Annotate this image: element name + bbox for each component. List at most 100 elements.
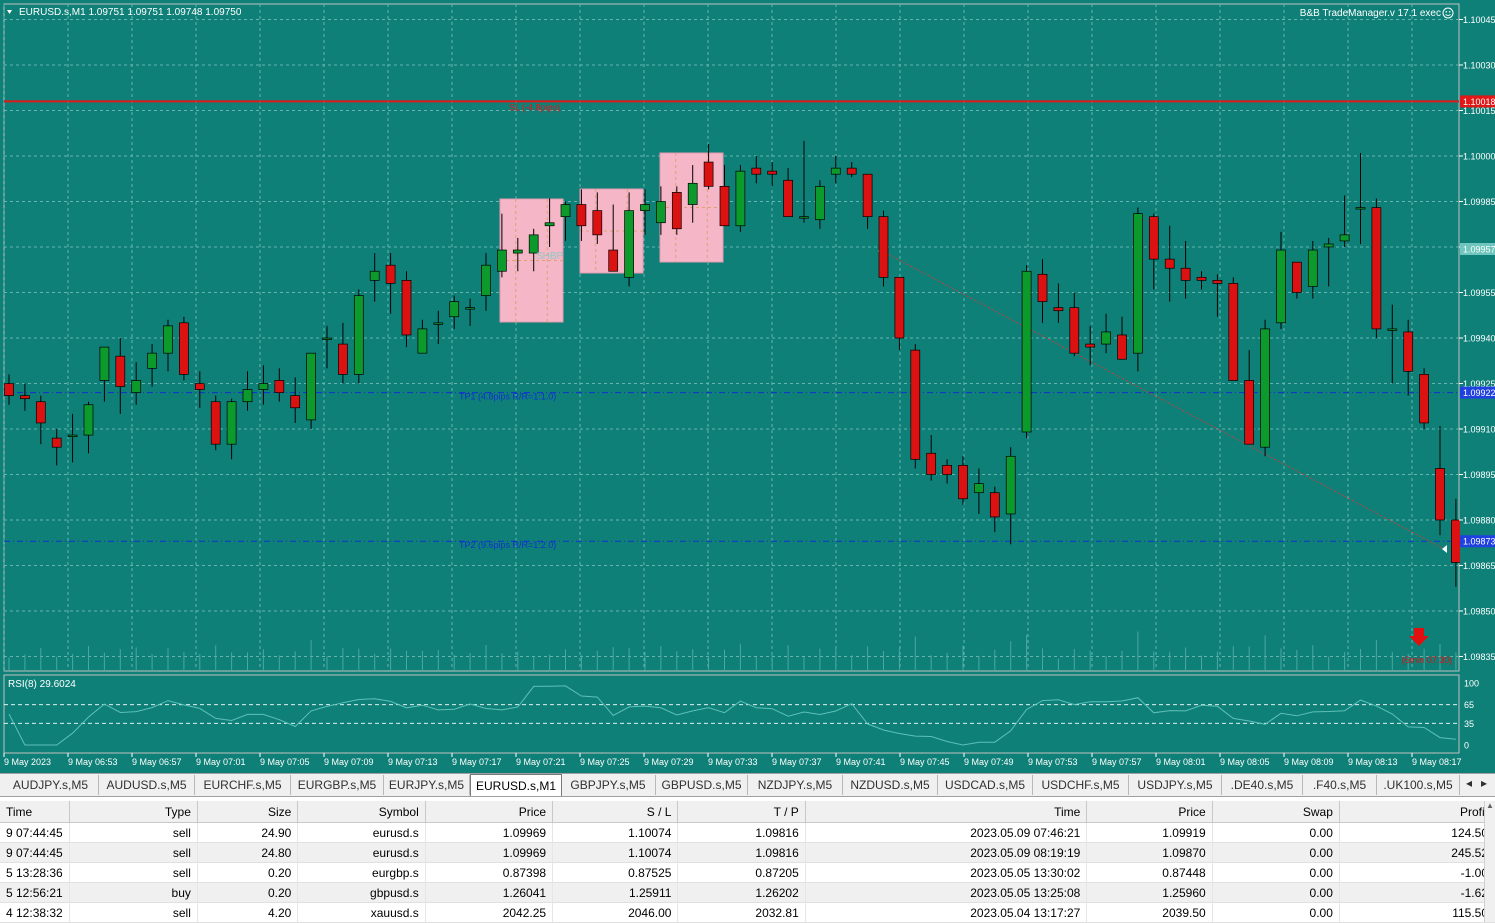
- column-header[interactable]: Swap: [1212, 801, 1340, 823]
- candle-body: [624, 210, 634, 278]
- table-row[interactable]: 5 12:56:21 buy 0.20 gbpusd.s 1.26041 1.25911 1…: [0, 882, 1495, 903]
- column-header[interactable]: Price: [425, 801, 554, 823]
- tab-scroll-left-icon[interactable]: ◂: [1466, 776, 1472, 790]
- tab-f40-s-m5[interactable]: .F40.s,M5: [1303, 775, 1377, 795]
- candle-body: [703, 161, 714, 187]
- table-row[interactable]: 5 13:28:36 sell 0.20 eurgbp.s 0.87398 0.87525…: [0, 862, 1495, 883]
- tab-usdjpy-s-m5[interactable]: USDJPY.s,M5: [1129, 775, 1222, 795]
- table-cell: 5 12:56:21: [0, 882, 70, 903]
- candle-body: [910, 349, 921, 460]
- tp1-price-tag: 1.09922: [1463, 388, 1495, 398]
- table-cell: 0.00: [1212, 902, 1340, 923]
- time-label: 9 May 08:05: [1220, 757, 1270, 767]
- table-cell: eurgbp.s: [297, 862, 426, 883]
- candle-body: [417, 328, 428, 354]
- time-label: 9 May 07:05: [260, 757, 310, 767]
- candle-body: [671, 192, 682, 230]
- column-header[interactable]: Profit: [1339, 801, 1495, 823]
- candle-body: [1228, 283, 1239, 381]
- tab-de40-s-m5[interactable]: .DE40.s,M5: [1222, 775, 1303, 795]
- column-header[interactable]: S / L: [552, 801, 679, 823]
- tab-gbpjpy-s-m5[interactable]: GBPJPY.s,M5: [561, 775, 656, 795]
- time-label: 9 May 07:49: [964, 757, 1014, 767]
- table-cell: sell: [69, 822, 198, 843]
- candle-body: [242, 389, 253, 403]
- candle-body: [942, 465, 952, 475]
- chart-window[interactable]: SL (-4.8pips) TP1 (4.8pips R/R=1:1.0) TP2 …: [0, 0, 1495, 773]
- candle-body: [401, 280, 412, 336]
- tab-gbpusd-s-m5[interactable]: GBPUSD.s,M5: [656, 775, 748, 795]
- candle-body: [353, 295, 364, 375]
- candle-body: [433, 322, 444, 325]
- table-cell: 1.09816: [677, 842, 806, 863]
- column-header[interactable]: Price: [1086, 801, 1213, 823]
- candle-body: [369, 270, 380, 281]
- price-label: 1.10045: [1463, 15, 1495, 25]
- table-cell: 9 07:44:45: [0, 822, 70, 843]
- candle-body: [194, 383, 205, 390]
- tab-nzdjpy-s-m5[interactable]: NZDJPY.s,M5: [748, 775, 843, 795]
- candle-body: [1021, 270, 1032, 433]
- stop-loss-label: SL (-4.8pips): [509, 102, 560, 112]
- candle-body: [989, 492, 1000, 518]
- tab-eurgbp-s-m5[interactable]: EURGBP.s,M5: [291, 775, 384, 795]
- table-cell: 4 12:38:32: [0, 902, 70, 923]
- tab-audjpy-s-m5[interactable]: AUDJPY.s,M5: [3, 775, 99, 795]
- column-header[interactable]: Symbol: [297, 801, 426, 823]
- price-label: 1.09940: [1463, 334, 1495, 344]
- table-cell: 24.80: [197, 842, 299, 863]
- candle-body: [560, 204, 571, 218]
- tab-eurchf-s-m5[interactable]: EURCHF.s,M5: [195, 775, 291, 795]
- candle-body: [815, 185, 825, 221]
- column-header[interactable]: Time: [0, 801, 70, 823]
- tab-eurusd-s-m1[interactable]: EURUSD.s,M1: [470, 774, 562, 796]
- table-cell: 0.87525: [552, 862, 679, 883]
- candle-body: [1244, 380, 1255, 445]
- table-cell: sell: [69, 862, 198, 883]
- table-scrollbar[interactable]: ▲: [1484, 801, 1495, 922]
- zone-label: SHBP: [536, 251, 564, 262]
- candle-body: [322, 337, 332, 340]
- tab-audusd-s-m5[interactable]: AUDUSD.s,M5: [99, 775, 195, 795]
- price-label: 1.10015: [1463, 106, 1495, 116]
- candle-body: [1323, 243, 1334, 248]
- candle-body: [449, 301, 460, 318]
- scroll-up-icon[interactable]: ▲: [1485, 801, 1495, 810]
- candle-body: [210, 401, 221, 445]
- candle-body: [1005, 455, 1016, 515]
- time-label: 9 May 07:21: [516, 757, 566, 767]
- candle-body: [608, 249, 619, 272]
- column-header[interactable]: T / P: [677, 801, 806, 823]
- table-row[interactable]: 9 07:44:45 sell 24.90 eurusd.s 1.09969 1.1007…: [0, 822, 1495, 843]
- table-row[interactable]: 9 07:44:45 sell 24.80 eurusd.s 1.09969 1.1007…: [0, 842, 1495, 863]
- time-label: 9 May 06:57: [132, 757, 182, 767]
- tab-scroll-right-icon[interactable]: ▸: [1481, 776, 1487, 790]
- tab-eurjpy-s-m5[interactable]: EURJPY.s,M5: [384, 775, 470, 795]
- price-label: 1.09880: [1463, 516, 1495, 526]
- time-label: 9 May 07:53: [1028, 757, 1078, 767]
- table-cell: 2023.05.09 08:19:19: [805, 842, 1088, 863]
- candle-body: [179, 322, 189, 375]
- table-cell: 1.09919: [1086, 822, 1213, 843]
- candle-body: [1196, 276, 1207, 281]
- table-cell: sell: [69, 902, 198, 923]
- table-cell: 2023.05.04 13:17:27: [805, 902, 1088, 923]
- column-header[interactable]: Size: [197, 801, 299, 823]
- time-label: 9 May 08:13: [1348, 757, 1398, 767]
- tab-usdcad-s-m5[interactable]: USDCAD.s,M5: [938, 775, 1033, 795]
- column-header[interactable]: Type: [69, 801, 198, 823]
- candle-body: [1212, 280, 1223, 284]
- tab-nzdusd-s-m5[interactable]: NZDUSD.s,M5: [843, 775, 938, 795]
- candle-body: [1069, 307, 1080, 354]
- tab-usdchf-s-m5[interactable]: USDCHF.s,M5: [1033, 775, 1129, 795]
- candle-body: [974, 483, 984, 494]
- tab-uk100-s-m5[interactable]: .UK100.s,M5: [1377, 775, 1460, 795]
- candle-body: [1339, 234, 1350, 242]
- column-header[interactable]: Time: [805, 801, 1088, 823]
- candle-body: [592, 210, 603, 236]
- table-cell: 1.09816: [677, 822, 806, 843]
- candle-body: [163, 325, 173, 354]
- tp2-price-tag: 1.09873: [1463, 537, 1495, 547]
- candle-body: [894, 276, 905, 339]
- table-row[interactable]: 4 12:38:32 sell 4.20 xauusd.s 2042.25 2046.00…: [0, 902, 1495, 923]
